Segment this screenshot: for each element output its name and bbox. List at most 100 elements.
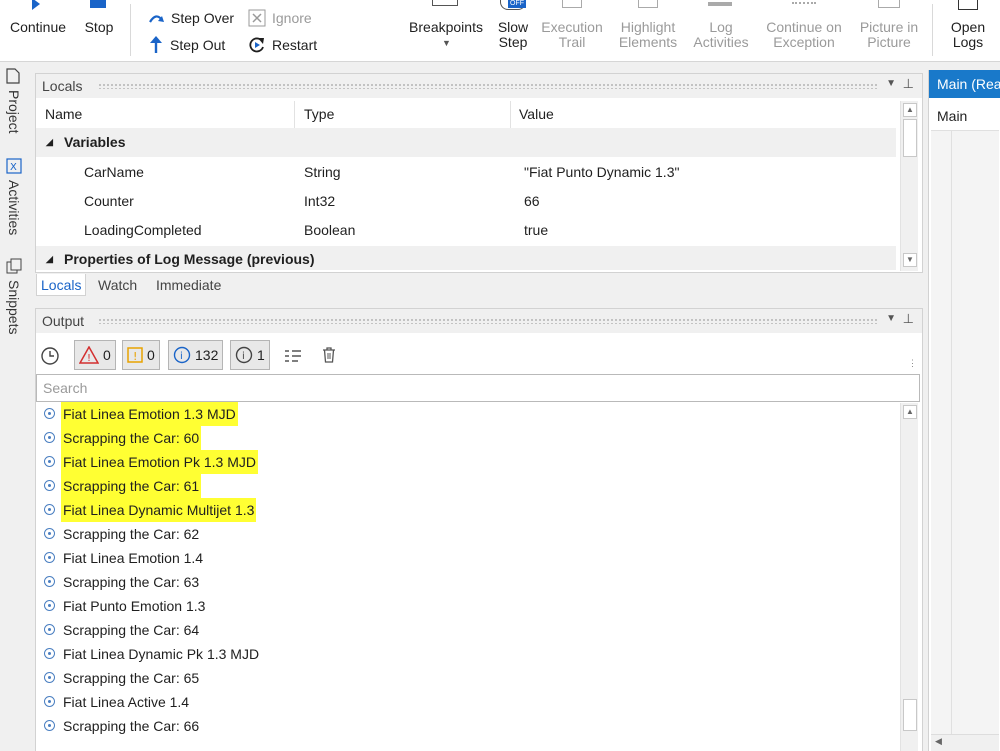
log-line-text: Scrapping the Car: 65 <box>63 670 200 686</box>
scroll-down-arrow[interactable]: ▼ <box>903 253 917 267</box>
log-activities-button[interactable]: Log Activities <box>688 0 754 62</box>
restart-icon <box>249 37 264 53</box>
chevron-down-icon[interactable]: ▼ <box>886 78 896 89</box>
slow-step-button[interactable]: OFF Slow Step <box>494 0 532 62</box>
output-scrollbar[interactable]: ▲ <box>900 403 918 751</box>
scroll-up-arrow[interactable]: ▲ <box>903 405 917 419</box>
log-line-text: Fiat Linea Dynamic Multijet 1.3 <box>61 498 257 522</box>
table-row[interactable]: Counter Int32 66 <box>36 187 896 216</box>
info-icon <box>44 720 55 731</box>
ignore-button[interactable]: Ignore <box>248 8 312 28</box>
group-row-log-properties[interactable]: ◢ Properties of Log Message (previous) <box>36 246 896 270</box>
log-line[interactable]: Scrapping the Car: 60 <box>36 426 896 450</box>
designer-hscrollbar[interactable]: ◀ <box>931 734 999 751</box>
info-icon <box>44 600 55 611</box>
continue-on-exception-button[interactable]: Continue on Exception <box>758 0 850 62</box>
log-line[interactable]: Scrapping the Car: 64 <box>36 618 896 642</box>
collapse-triangle-icon[interactable]: ◢ <box>46 128 53 157</box>
output-search-input[interactable] <box>36 374 920 402</box>
errors-filter-button[interactable]: ! 0 <box>74 340 116 370</box>
group-row-variables[interactable]: ◢ Variables <box>36 128 896 157</box>
warnings-filter-button[interactable]: ! 0 <box>122 340 160 370</box>
designer-canvas[interactable] <box>931 130 999 735</box>
expand-lines-button[interactable] <box>284 348 302 369</box>
log-line[interactable]: Fiat Linea Active 1.4 <box>36 690 896 714</box>
log-line-text: Fiat Linea Emotion 1.4 <box>63 550 204 566</box>
log-line[interactable]: Scrapping the Car: 65 <box>36 666 896 690</box>
sidebar-tab-project[interactable]: Project <box>4 68 26 154</box>
log-line[interactable]: Scrapping the Car: 63 <box>36 570 896 594</box>
log-line[interactable]: Scrapping the Car: 62 <box>36 522 896 546</box>
info-icon <box>44 696 55 707</box>
restart-button[interactable]: Restart <box>248 35 317 55</box>
log-line-text: Scrapping the Car: 64 <box>63 622 200 638</box>
chevron-down-icon[interactable]: ▼ <box>886 313 896 324</box>
column-header-type[interactable]: Type <box>296 101 511 128</box>
panel-grip[interactable] <box>98 318 878 324</box>
breakpoints-button[interactable]: Breakpoints ▼ <box>404 0 488 62</box>
picture-in-picture-button[interactable]: Picture in Picture <box>854 0 924 62</box>
overflow-icon[interactable]: ⋮ <box>908 358 917 369</box>
log-line[interactable]: Scrapping the Car: 61 <box>36 474 896 498</box>
scroll-left-arrow[interactable]: ◀ <box>935 736 942 747</box>
info-icon <box>44 456 55 467</box>
scroll-up-arrow[interactable]: ▲ <box>903 103 917 117</box>
error-icon: ! <box>79 346 99 364</box>
clear-output-button[interactable] <box>321 346 337 369</box>
step-over-icon <box>149 15 164 23</box>
tab-main[interactable]: Main (Rea <box>929 70 1000 98</box>
trace-filter-button[interactable]: i 1 <box>230 340 270 370</box>
log-line[interactable]: Fiat Linea Emotion Pk 1.3 MJD <box>36 450 896 474</box>
log-line-text: Fiat Punto Emotion 1.3 <box>63 598 206 614</box>
info-icon <box>44 504 55 515</box>
pin-icon[interactable]: ⊥ <box>903 311 914 327</box>
svg-text:!: ! <box>87 353 91 364</box>
pin-icon[interactable]: ⊥ <box>903 76 914 92</box>
tab-immediate[interactable]: Immediate <box>152 274 225 296</box>
warning-icon: ! <box>127 347 143 363</box>
sidebar-tab-snippets[interactable]: Snippets <box>4 258 26 344</box>
column-header-value[interactable]: Value <box>511 101 899 128</box>
highlight-elements-button[interactable]: Highlight Elements <box>612 0 684 62</box>
ribbon-separator <box>932 4 933 56</box>
sidebar-tab-activities[interactable]: X Activities <box>4 158 26 254</box>
log-line[interactable]: Fiat Linea Dynamic Multijet 1.3 <box>36 498 896 522</box>
log-line-text: Fiat Linea Emotion 1.3 MJD <box>61 402 238 426</box>
log-line[interactable]: Fiat Linea Emotion 1.4 <box>36 546 896 570</box>
step-out-button[interactable]: Step Out <box>148 35 225 55</box>
locals-scrollbar[interactable]: ▲ ▼ <box>900 101 918 271</box>
log-line[interactable]: Scrapping the Car: 66 <box>36 714 896 738</box>
stop-button[interactable]: Stop <box>78 0 120 62</box>
picture-in-picture-icon <box>878 0 900 8</box>
info-filter-button[interactable]: i 132 <box>168 340 224 370</box>
side-tab-strip: Project X Activities Snippets <box>0 62 32 751</box>
trace-icon: i <box>235 346 253 364</box>
log-line[interactable]: Fiat Punto Emotion 1.3 <box>36 594 896 618</box>
step-over-button[interactable]: Step Over <box>147 8 234 28</box>
list-expand-icon <box>285 350 301 362</box>
log-line[interactable]: Fiat Linea Dynamic Pk 1.3 MJD <box>36 642 896 666</box>
tab-locals[interactable]: Locals <box>36 274 87 296</box>
svg-text:!: ! <box>133 350 137 363</box>
open-logs-icon <box>958 0 978 10</box>
locals-panel-header: Locals ▼ ⊥ <box>36 74 922 98</box>
log-line[interactable]: Fiat Linea Emotion 1.3 MJD <box>36 402 896 426</box>
continue-button[interactable]: Continue <box>4 0 72 62</box>
scroll-thumb[interactable] <box>903 119 917 157</box>
open-logs-button[interactable]: Open Logs <box>942 0 994 62</box>
main-designer-panel: Main (Rea Main ◀ <box>928 70 1000 751</box>
stop-icon <box>90 0 106 8</box>
column-header-name[interactable]: Name <box>37 101 295 128</box>
info-icon: i <box>173 346 191 364</box>
collapse-triangle-icon[interactable]: ◢ <box>46 246 53 270</box>
scroll-thumb[interactable] <box>903 699 917 731</box>
execution-trail-button[interactable]: Execution Trail <box>536 0 608 62</box>
table-row[interactable]: CarName String "Fiat Punto Dynamic 1.3" <box>36 158 896 187</box>
breakpoints-icon <box>432 0 458 6</box>
panel-grip[interactable] <box>98 83 878 89</box>
tab-watch[interactable]: Watch <box>94 274 141 296</box>
table-row[interactable]: LoadingCompleted Boolean true <box>36 216 896 245</box>
debug-ribbon: Continue Stop Step Over Ignore Step Out … <box>0 0 1000 62</box>
svg-text:X: X <box>10 162 17 173</box>
timestamp-toggle[interactable] <box>40 346 60 371</box>
